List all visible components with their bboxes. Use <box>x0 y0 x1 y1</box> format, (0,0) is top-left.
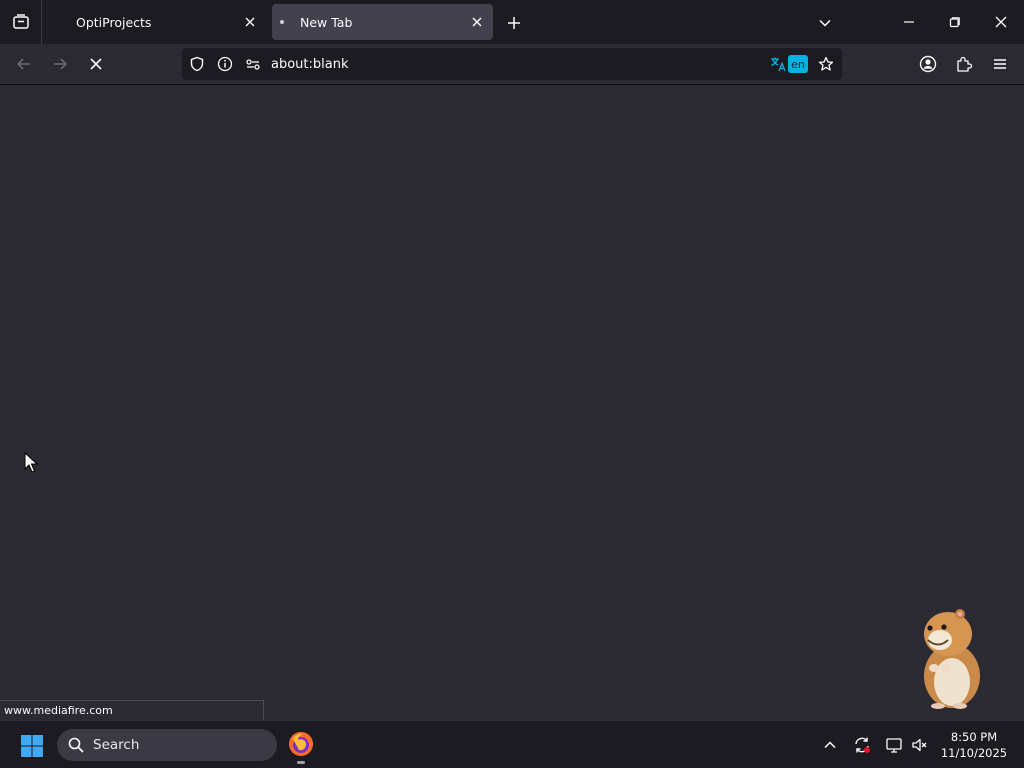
search-label: Search <box>93 737 140 753</box>
taskbar-search-box[interactable]: Search <box>57 729 277 761</box>
new-tab-button[interactable] <box>503 12 525 34</box>
list-all-tabs-button[interactable] <box>814 12 836 34</box>
tab-optiprojects[interactable]: OptiProjects <box>48 4 266 40</box>
clock-date: 11/10/2025 <box>940 746 1008 760</box>
show-hidden-icons-button[interactable] <box>818 733 842 757</box>
tracking-protection-button[interactable] <box>187 54 207 74</box>
tab-list-icon <box>12 14 29 29</box>
url-bar[interactable]: about:blank en <box>182 48 842 80</box>
app-menu-button[interactable] <box>986 50 1014 78</box>
mouse-cursor-icon <box>24 452 38 473</box>
tab-close-button[interactable] <box>469 14 485 30</box>
tab-new-tab[interactable]: New Tab <box>272 4 493 40</box>
hamster-desktop-pet-icon <box>924 609 980 709</box>
search-icon <box>68 737 84 753</box>
window-close-icon <box>995 16 1007 28</box>
system-clock[interactable]: 8:50 PM 11/10/2025 <box>936 729 1012 761</box>
bookmark-button[interactable] <box>816 54 836 74</box>
permissions-button[interactable] <box>243 54 263 74</box>
windows-taskbar: Search 8:50 PM 11/10/2025 <box>0 720 1024 768</box>
forward-arrow-icon <box>54 58 68 70</box>
sync-icon <box>855 737 870 753</box>
tab-strip: OptiProjects New Tab <box>0 0 1024 44</box>
tab-list-button[interactable] <box>0 0 42 44</box>
translate-language-badge[interactable]: en <box>788 55 808 73</box>
windows-logo-icon[interactable] <box>20 734 44 758</box>
minimize-button[interactable] <box>886 0 932 44</box>
firefox-icon[interactable] <box>288 731 314 757</box>
back-arrow-icon <box>16 58 30 70</box>
url-text: about:blank <box>271 57 349 72</box>
extensions-button[interactable] <box>950 50 978 78</box>
info-icon <box>217 56 233 72</box>
translate-button[interactable] <box>768 54 788 74</box>
sync-status-button[interactable] <box>850 733 874 757</box>
account-button[interactable] <box>914 50 942 78</box>
volume-tray-button[interactable] <box>908 733 932 757</box>
minimize-icon <box>904 21 914 23</box>
close-icon <box>245 17 255 27</box>
close-icon <box>472 17 482 27</box>
page-content <box>0 85 1024 720</box>
chevron-up-icon <box>824 741 836 749</box>
forward-button[interactable] <box>46 50 74 78</box>
extensions-icon <box>957 56 973 72</box>
running-app-indicator <box>297 761 305 764</box>
menu-icon <box>994 59 1006 69</box>
bookmark-star-icon <box>818 56 834 71</box>
stop-icon <box>90 58 102 70</box>
loading-indicator <box>280 20 284 24</box>
plus-icon <box>508 17 520 29</box>
translate-icon <box>771 57 786 72</box>
volume-muted-icon <box>912 738 927 752</box>
restore-icon <box>949 17 960 28</box>
shield-icon <box>190 56 204 72</box>
back-button[interactable] <box>10 50 38 78</box>
tab-label: New Tab <box>300 15 353 30</box>
display-icon <box>886 738 902 753</box>
clock-time: 8:50 PM <box>950 730 998 744</box>
link-status-bar: www.mediafire.com <box>0 700 264 721</box>
site-info-button[interactable] <box>215 54 235 74</box>
tab-close-button[interactable] <box>242 14 258 30</box>
permissions-icon <box>246 59 260 70</box>
window-close-button[interactable] <box>978 0 1024 44</box>
account-icon <box>919 55 937 73</box>
tab-label: OptiProjects <box>76 15 152 30</box>
stop-button[interactable] <box>82 50 110 78</box>
restore-button[interactable] <box>932 0 978 44</box>
chevron-down-icon <box>819 19 831 27</box>
display-tray-button[interactable] <box>882 733 906 757</box>
navigation-toolbar: about:blank en <box>0 44 1024 85</box>
